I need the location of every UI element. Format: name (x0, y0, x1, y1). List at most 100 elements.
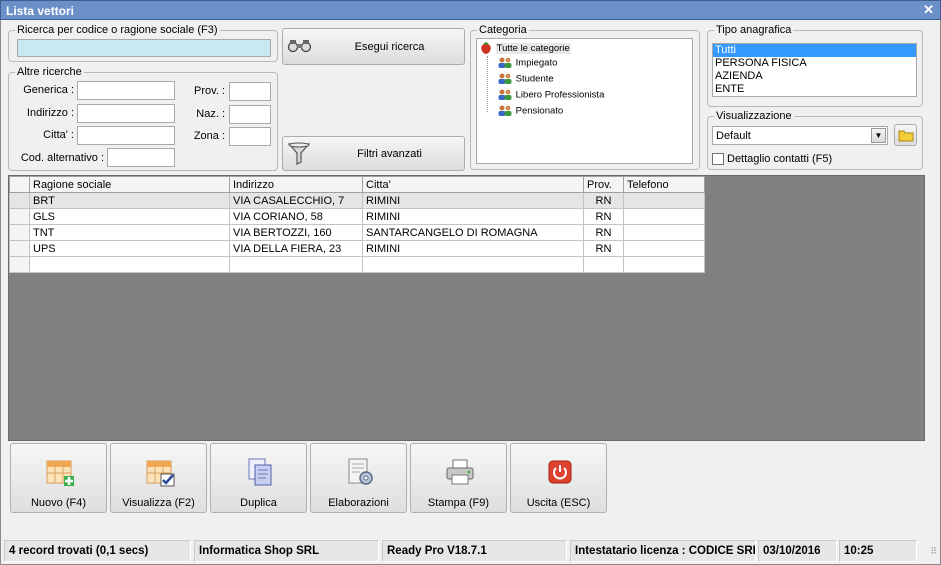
cell-ragione-sociale: GLS (29, 208, 230, 225)
status-time: 10:25 (839, 540, 917, 562)
new-button[interactable]: Nuovo (F4) (10, 443, 107, 513)
col-header-citta[interactable]: Citta' (362, 176, 584, 193)
cell-empty[interactable] (229, 256, 363, 273)
grid-header-row: Ragione sociale Indirizzo Citta' Prov. T… (9, 176, 705, 193)
cell-empty[interactable] (583, 256, 624, 273)
cell-indirizzo: VIA CASALECCHIO, 7 (229, 192, 363, 209)
cell-citta: RIMINI (362, 208, 584, 225)
tree-item-label: Impiegato (515, 57, 558, 69)
cell-telefono (623, 240, 705, 257)
other-search-group: Altre ricerche Generica : Indirizzo : Ci… (8, 66, 278, 171)
category-tree[interactable]: Tutte le categorie Impiegato Studente Li… (476, 38, 693, 164)
people-icon (498, 57, 512, 68)
citta-field[interactable] (77, 126, 175, 145)
advanced-filters-button[interactable]: Filtri avanzati (282, 136, 465, 171)
people-icon (498, 73, 512, 84)
generica-field[interactable] (77, 81, 175, 100)
tree-root-label: Tutte le categorie (495, 42, 571, 54)
printer-icon (446, 459, 474, 485)
table-row[interactable]: UPS VIA DELLA FIERA, 23 RIMINI RN (9, 240, 705, 257)
duplicate-button[interactable]: Duplica (210, 443, 307, 513)
tree-root[interactable]: Tutte le categorie (479, 41, 571, 57)
prov-label: Prov. : (194, 85, 225, 97)
table-row[interactable]: BRT VIA CASALECCHIO, 7 RIMINI RN (9, 192, 705, 209)
cod-alt-field[interactable] (107, 148, 175, 167)
zona-label: Zona : (193, 130, 225, 142)
advanced-filters-label: Filtri avanzati (357, 148, 422, 160)
cell-ragione-sociale: BRT (29, 192, 230, 209)
tree-item-label: Studente (515, 73, 554, 85)
row-indicator[interactable] (9, 192, 30, 209)
cell-telefono (623, 224, 705, 241)
col-header-ragione-sociale[interactable]: Ragione sociale (29, 176, 230, 193)
exit-button[interactable]: Uscita (ESC) (510, 443, 607, 513)
cell-citta: RIMINI (362, 192, 584, 209)
window-title: Lista vettori (6, 4, 75, 18)
processing-button[interactable]: Elaborazioni (310, 443, 407, 513)
view-button[interactable]: Visualizza (F2) (110, 443, 207, 513)
table-row-new[interactable] (9, 256, 705, 273)
table-row[interactable]: GLS VIA CORIANO, 58 RIMINI RN (9, 208, 705, 225)
cell-empty[interactable] (623, 256, 705, 273)
col-header-prov[interactable]: Prov. (583, 176, 624, 193)
tree-item-pensionato[interactable]: Pensionato (497, 105, 563, 121)
naz-field[interactable] (229, 105, 271, 124)
contact-detail-checkbox[interactable] (712, 153, 724, 165)
run-search-label: Esegui ricerca (354, 41, 425, 53)
status-records: 4 record trovati (0,1 secs) (4, 540, 191, 562)
cell-indirizzo: VIA CORIANO, 58 (229, 208, 363, 225)
row-indicator-header (9, 176, 30, 193)
indirizzo-field[interactable] (77, 104, 175, 123)
results-grid[interactable]: Ragione sociale Indirizzo Citta' Prov. T… (8, 175, 925, 441)
search-input[interactable] (17, 39, 271, 57)
cell-prov: RN (583, 192, 624, 209)
view-select[interactable]: Default ▼ (712, 126, 888, 145)
close-icon[interactable]: ✕ (923, 2, 934, 18)
type-option-persona-fisica[interactable]: PERSONA FISICA (713, 57, 916, 70)
status-license: Intestatario licenza : CODICE SRL (570, 540, 756, 562)
tree-item-libero-professionista[interactable]: Libero Professionista (497, 89, 604, 105)
cell-empty[interactable] (362, 256, 584, 273)
type-option-azienda[interactable]: AZIENDA (713, 70, 916, 83)
table-row[interactable]: TNT VIA BERTOZZI, 160 SANTARCANGELO DI R… (9, 224, 705, 241)
strawberry-icon (481, 42, 491, 54)
prov-field[interactable] (229, 82, 271, 101)
results-table: Ragione sociale Indirizzo Citta' Prov. T… (9, 176, 705, 273)
folder-button[interactable] (894, 124, 917, 146)
view-button-label: Visualizza (F2) (122, 497, 195, 509)
new-button-label: Nuovo (F4) (30, 497, 87, 509)
folder-icon (898, 130, 914, 142)
naz-label: Naz. : (196, 108, 225, 120)
row-indicator[interactable] (9, 240, 30, 257)
print-button-label: Stampa (F9) (427, 497, 490, 509)
grid-add-icon (46, 460, 74, 486)
col-header-indirizzo[interactable]: Indirizzo (229, 176, 363, 193)
generica-label: Generica : (23, 84, 74, 96)
chevron-down-icon[interactable]: ▼ (871, 128, 886, 143)
cell-ragione-sociale: TNT (29, 224, 230, 241)
tree-item-label: Pensionato (515, 105, 564, 117)
run-search-button[interactable]: Esegui ricerca (282, 28, 465, 65)
type-option-ente[interactable]: ENTE (713, 83, 916, 96)
cell-indirizzo: VIA BERTOZZI, 160 (229, 224, 363, 241)
row-indicator[interactable] (9, 224, 30, 241)
type-listbox[interactable]: Tutti PERSONA FISICA AZIENDA ENTE (712, 43, 917, 97)
search-legend: Ricerca per codice o ragione sociale (F3… (15, 24, 220, 36)
resize-grip-icon[interactable]: ⠿ (930, 546, 937, 557)
row-indicator[interactable] (9, 256, 30, 273)
citta-label: Citta' : (43, 129, 74, 141)
row-indicator[interactable] (9, 208, 30, 225)
tree-item-impiegato[interactable]: Impiegato (497, 57, 557, 73)
indirizzo-label: Indirizzo : (26, 107, 74, 119)
type-option-tutti[interactable]: Tutti (713, 44, 916, 57)
tree-item-studente[interactable]: Studente (497, 73, 554, 89)
col-header-telefono[interactable]: Telefono (623, 176, 705, 193)
power-icon (548, 460, 572, 484)
zona-field[interactable] (229, 127, 271, 146)
other-search-legend: Altre ricerche (15, 66, 84, 78)
grid-check-icon (146, 460, 175, 487)
cell-empty[interactable] (29, 256, 230, 273)
document-gear-icon (348, 458, 373, 485)
category-legend: Categoria (477, 24, 529, 36)
print-button[interactable]: Stampa (F9) (410, 443, 507, 513)
